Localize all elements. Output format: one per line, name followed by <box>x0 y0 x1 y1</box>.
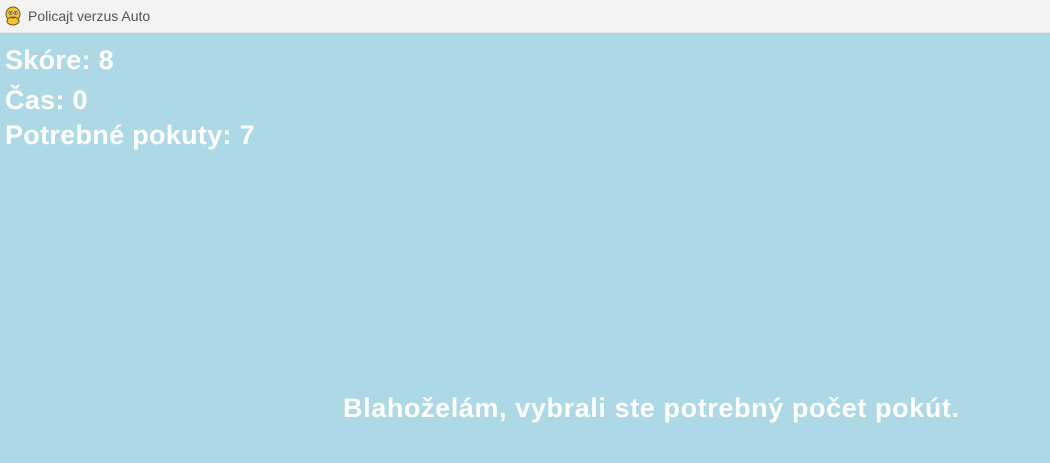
window-title: Policajt verzus Auto <box>28 8 151 24</box>
required-fines-label: Potrebné pokuty: 7 <box>5 120 255 150</box>
pygame-snake-icon <box>5 6 21 26</box>
game-canvas[interactable]: Skóre: 8 Čas: 0 Potrebné pokuty: 7 Blaho… <box>0 33 1050 463</box>
time-label: Čas: 0 <box>5 85 88 115</box>
title-bar[interactable]: Policajt verzus Auto <box>0 0 1050 33</box>
game-window: Policajt verzus Auto Skóre: 8 Čas: 0 Pot… <box>0 0 1050 463</box>
score-label: Skóre: 8 <box>5 45 114 75</box>
win-message: Blahoželám, vybrali ste potrebný počet p… <box>343 393 960 423</box>
